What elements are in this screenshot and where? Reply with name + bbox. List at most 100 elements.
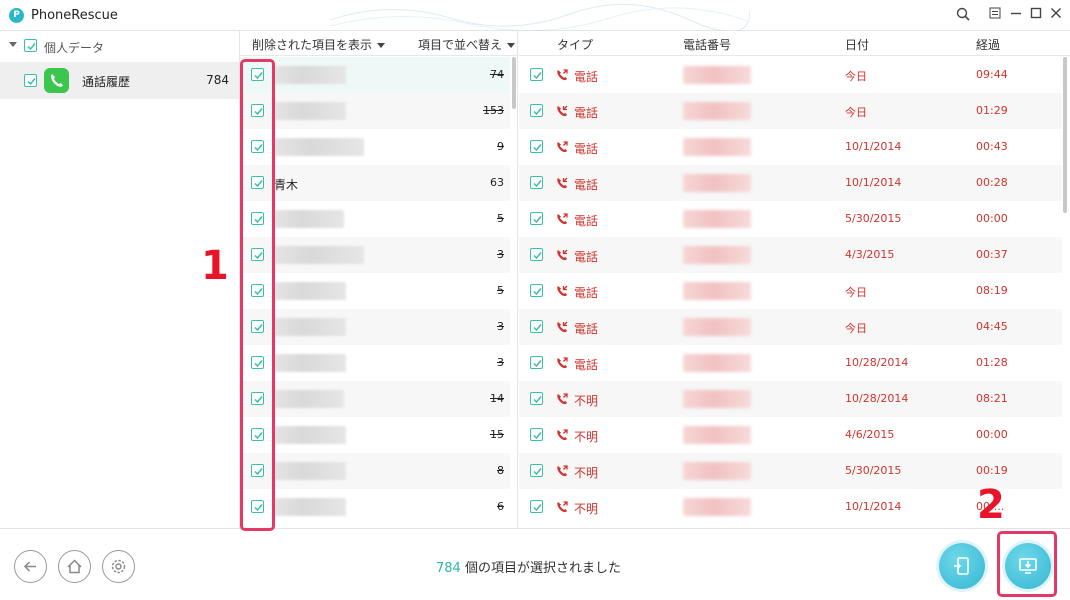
call-type: 電話 (574, 250, 599, 264)
settings-button[interactable] (102, 550, 135, 583)
incoming-call-icon (555, 104, 569, 118)
maximize-icon[interactable] (1028, 7, 1044, 23)
call-type: 不明 (574, 466, 599, 480)
category-header[interactable]: 個人データ (0, 31, 239, 61)
home-button[interactable] (58, 550, 91, 583)
call-table-scrollbar[interactable] (1063, 57, 1067, 213)
recover-to-device-button[interactable] (939, 543, 985, 589)
row-checkbox[interactable] (530, 320, 543, 333)
call-date: 今日 (845, 70, 867, 83)
call-type: 電話 (574, 286, 599, 300)
collapse-arrow-icon[interactable] (9, 42, 17, 47)
redacted-phone-number (683, 210, 751, 228)
call-date: 10/1/2014 (845, 500, 902, 513)
sort-label: 項目で並べ替え (418, 38, 503, 52)
header-decoration (330, 3, 750, 31)
contact-row[interactable]: 3 (240, 309, 510, 345)
search-icon[interactable] (955, 7, 971, 23)
show-deleted-label: 削除された項目を表示 (252, 38, 373, 52)
call-row[interactable]: 電話 今日 09:44 (519, 57, 1062, 93)
row-checkbox[interactable] (530, 464, 543, 477)
call-row[interactable]: 不明 4/6/2015 00:00 (519, 417, 1062, 453)
call-row[interactable]: 電話 今日 04:45 (519, 309, 1062, 345)
category-checkbox[interactable] (24, 39, 37, 52)
call-date: 4/6/2015 (845, 428, 895, 441)
call-row[interactable]: 電話 10/28/2014 01:28 (519, 345, 1062, 381)
contact-call-count: 3 (497, 320, 504, 333)
sort-dropdown[interactable]: 項目で並べ替え (418, 36, 516, 53)
call-row[interactable]: 不明 10/28/2014 08:21 (519, 381, 1062, 417)
row-checkbox[interactable] (530, 176, 543, 189)
sidebar-item-call-history[interactable]: 通話履歴 784 (0, 62, 239, 99)
call-table-panel: タイプ 電話番号 日付 経過 電話 今日 09:44 電話 今日 01:29 電話 10/1/… (519, 31, 1070, 528)
outgoing-call-icon (555, 212, 569, 226)
minimize-icon[interactable] (1008, 7, 1024, 23)
column-phone[interactable]: 電話番号 (683, 36, 731, 53)
contact-row[interactable]: 15 (240, 417, 510, 453)
contact-row[interactable]: 153 (240, 93, 510, 129)
call-date: 10/1/2014 (845, 176, 902, 189)
contact-row[interactable]: 9 (240, 129, 510, 165)
contact-call-count: 63 (490, 176, 504, 189)
row-checkbox[interactable] (530, 248, 543, 261)
call-duration: 00:37 (976, 248, 1008, 261)
call-row[interactable]: 電話 今日 01:29 (519, 93, 1062, 129)
contact-list-scrollbar[interactable] (512, 57, 516, 109)
back-button[interactable] (14, 550, 47, 583)
call-row[interactable]: 電話 5/30/2015 00:00 (519, 201, 1062, 237)
call-date: 5/30/2015 (845, 212, 902, 225)
contact-row[interactable]: 6 (240, 489, 510, 525)
to-device-icon (954, 557, 969, 575)
call-type: 不明 (574, 430, 599, 444)
call-duration: 04:45 (976, 320, 1008, 333)
app-logo-icon: P (9, 8, 24, 23)
contact-row[interactable]: 14 (240, 381, 510, 417)
row-checkbox[interactable] (530, 68, 543, 81)
contact-row[interactable]: 3 (240, 345, 510, 381)
redacted-contact-name (274, 282, 346, 300)
contact-row[interactable]: 3 (240, 237, 510, 273)
redacted-contact-name (274, 210, 344, 228)
contact-row[interactable]: 5 (240, 273, 510, 309)
contact-row[interactable]: 74 (240, 57, 510, 93)
row-checkbox[interactable] (530, 212, 543, 225)
call-row[interactable]: 電話 4/3/2015 00:37 (519, 237, 1062, 273)
row-checkbox[interactable] (530, 284, 543, 297)
column-duration[interactable]: 経過 (976, 36, 1000, 53)
call-row[interactable]: 電話 10/1/2014 00:43 (519, 129, 1062, 165)
call-duration: 01:29 (976, 104, 1008, 117)
redacted-phone-number (683, 462, 751, 480)
row-checkbox[interactable] (530, 356, 543, 369)
row-checkbox[interactable] (530, 104, 543, 117)
contact-row[interactable]: 青木 63 (240, 165, 510, 201)
close-icon[interactable] (1048, 7, 1064, 23)
call-table-header: タイプ 電話番号 日付 経過 (519, 31, 1070, 56)
call-history-checkbox[interactable] (24, 74, 37, 87)
contact-row[interactable]: 8 (240, 453, 510, 489)
call-duration: 00:00 (976, 212, 1008, 225)
contact-call-count: 6 (497, 500, 504, 513)
call-duration: 08:19 (976, 284, 1008, 297)
row-checkbox[interactable] (530, 428, 543, 441)
redacted-phone-number (683, 246, 751, 264)
chevron-down-icon (507, 43, 516, 48)
redacted-phone-number (683, 354, 751, 372)
column-date[interactable]: 日付 (845, 36, 869, 53)
redacted-phone-number (683, 102, 751, 120)
menu-icon[interactable] (987, 7, 1003, 23)
row-checkbox[interactable] (530, 140, 543, 153)
footer-bar: 784 個の項目が選択されました (0, 528, 1070, 600)
row-checkbox[interactable] (530, 392, 543, 405)
chevron-down-icon (377, 43, 386, 48)
column-type[interactable]: タイプ (557, 36, 593, 53)
contact-call-count: 74 (490, 68, 504, 81)
call-row[interactable]: 電話 10/1/2014 00:28 (519, 165, 1062, 201)
redacted-contact-name (274, 390, 344, 408)
contact-row[interactable]: 5 (240, 201, 510, 237)
show-deleted-filter[interactable]: 削除された項目を表示 (252, 36, 386, 53)
call-row[interactable]: 電話 今日 08:19 (519, 273, 1062, 309)
call-duration: 00:43 (976, 140, 1008, 153)
row-checkbox[interactable] (530, 500, 543, 513)
incoming-call-icon (555, 248, 569, 262)
contact-list-header: 削除された項目を表示 項目で並べ替え (240, 31, 517, 56)
